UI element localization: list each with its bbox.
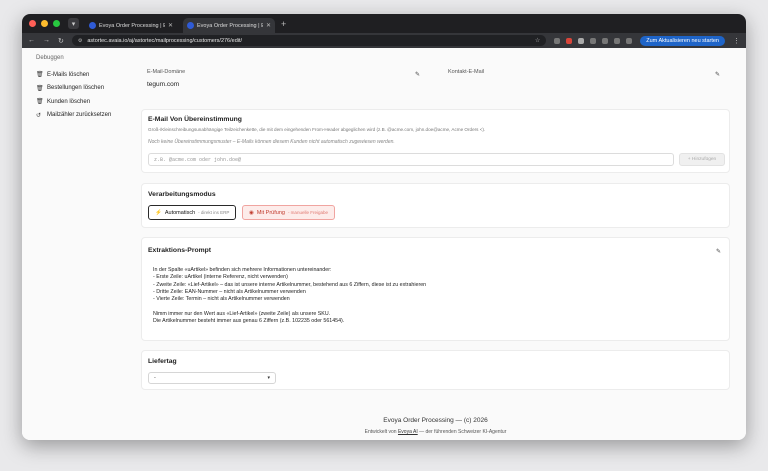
main-panel: E-Mail-Domäne tegum.com ✎ Kontakt-E-Mail… [141, 48, 730, 440]
contact-label: Kontakt-E-Mail [448, 69, 485, 75]
back-icon[interactable]: ← [28, 37, 35, 44]
address-bar[interactable]: ⚙ astortec.avaia.io/aj/astortec/mailproc… [71, 35, 547, 46]
prompt-line: - Dritte Zeile: EAN-Nummer – nicht als A… [153, 288, 306, 295]
mode-auto-label: Automatisch [164, 209, 196, 216]
forward-icon[interactable]: → [43, 37, 50, 44]
url-text: astortec.avaia.io/aj/astortec/mailproces… [87, 37, 243, 44]
processing-title: Verarbeitungsmodus [148, 191, 216, 198]
lightning-icon: ⚡ [155, 209, 162, 216]
address-toolbar: ← → ↻ ⚙ astortec.avaia.io/aj/astortec/ma… [22, 33, 746, 48]
site-info-icon[interactable]: ⚙ [78, 38, 82, 44]
trash-icon: 🗑 [36, 99, 44, 106]
extensions-area [554, 37, 633, 44]
sidebar-item-delete-orders[interactable]: 🗑 Bestellungen löschen [36, 82, 130, 96]
tab-title: Evoya Order Processing | Evo [99, 22, 165, 29]
delivery-selected: - [154, 375, 156, 381]
eye-icon: ◉ [249, 209, 254, 216]
edit-contact-icon[interactable]: ✎ [715, 71, 720, 78]
reset-icon: ↺ [36, 112, 42, 119]
chevron-down-icon: ▾ [267, 375, 270, 381]
email-match-card: E-Mail Von Übereinstimmung Groß-/Kleinsc… [141, 109, 730, 173]
prompt-line: - Zweite Zeile: «Lief-Artikel» – das ist… [153, 281, 427, 288]
tab-close-icon[interactable]: ✕ [168, 22, 173, 29]
prompt-line: Nimm immer nur den Wert aus «Lief-Artike… [153, 310, 331, 317]
match-description: Groß-/Kleinschreibungsunabhängige Teilze… [148, 127, 486, 132]
sidebar-item-delete-emails[interactable]: 🗑 E-Mails löschen [36, 68, 130, 82]
bookmark-star-icon[interactable]: ☆ [535, 37, 540, 44]
profile-avatar[interactable] [626, 37, 633, 44]
favicon-icon [187, 22, 194, 29]
domain-label: E-Mail-Domäne [147, 69, 186, 75]
domain-value: tegum.com [147, 81, 180, 88]
browser-tab-1[interactable]: Evoya Order Processing | Evo ✕ [85, 18, 177, 33]
delivery-day-select[interactable]: - ▾ [148, 372, 276, 384]
trash-icon: 🗑 [36, 85, 44, 92]
footer-prefix: Entwickelt von [364, 429, 398, 435]
tab-bar: ▾ Evoya Order Processing | Evo ✕ Evoya O… [22, 14, 746, 33]
sidebar-item-label: Kunden löschen [47, 98, 91, 105]
trash-icon: 🗑 [36, 72, 44, 79]
update-button[interactable]: Zum Aktualisieren neu starten [640, 35, 725, 46]
favicon-icon [89, 22, 96, 29]
add-pattern-button[interactable]: + Hinzufügen [679, 153, 725, 166]
match-pattern-input[interactable]: z.B. @acme.com oder john.doe@ [148, 153, 674, 166]
mode-review-button[interactable]: ◉ Mit Prüfung - manuelle Freigabe [242, 205, 335, 220]
minimize-window-icon[interactable] [41, 20, 48, 27]
footer: Evoya Order Processing — (c) 2026 Entwic… [141, 417, 730, 435]
prompt-title: Extraktions-Prompt [148, 247, 212, 254]
reload-icon[interactable]: ↻ [58, 37, 64, 45]
tab-close-icon[interactable]: ✕ [266, 22, 271, 29]
mode-auto-button[interactable]: ⚡ Automatisch - direkt ins ERP [148, 205, 237, 220]
browser-window: ▾ Evoya Order Processing | Evo ✕ Evoya O… [22, 14, 746, 440]
sidebar-item-reset-counter[interactable]: ↺ Mailzähler zurücksetzen [36, 109, 130, 123]
mode-review-label: Mit Prüfung [256, 209, 285, 216]
prompt-line: - Vierte Zeile: Termin – nicht als Artik… [153, 296, 290, 303]
prompt-line: - Erste Zeile: uArtikel (interne Referen… [153, 274, 288, 281]
page-content: Debuggen 🗑 E-Mails löschen 🗑 Bestellunge… [22, 48, 746, 440]
sidebar-title: Debuggen [36, 55, 64, 61]
mode-review-sub: - manuelle Freigabe [287, 210, 328, 215]
match-title: E-Mail Von Übereinstimmung [148, 116, 242, 123]
browser-tab-2[interactable]: Evoya Order Processing | Evo ✕ [183, 18, 275, 33]
footer-copyright: Evoya Order Processing — (c) 2026 [383, 417, 488, 424]
sidebar-item-label: Bestellungen löschen [47, 85, 105, 92]
tab-search-icon[interactable]: ▾ [68, 18, 79, 29]
menu-kebab-icon[interactable]: ⋮ [733, 37, 740, 45]
prompt-line [153, 303, 426, 310]
sidebar-item-label: Mailzähler zurücksetzen [47, 112, 112, 119]
mode-auto-sub: - direkt ins ERP [198, 210, 230, 215]
footer-suffix: — der führenden Schweizer KI-Agentur [417, 429, 507, 435]
prompt-line: Die Artikelnummer besteht immer aus gena… [153, 318, 345, 325]
prompt-line: In der Spalte «uArtikel» befinden sich m… [153, 267, 332, 273]
extensions-puzzle-icon[interactable] [590, 37, 597, 44]
cast-icon[interactable] [602, 37, 609, 44]
sidebar-item-label: E-Mails löschen [47, 71, 90, 78]
edit-domain-icon[interactable]: ✎ [415, 71, 420, 78]
maximize-window-icon[interactable] [53, 20, 60, 27]
tab-title: Evoya Order Processing | Evo [197, 22, 263, 29]
download-icon[interactable] [614, 37, 621, 44]
new-tab-icon[interactable]: + [281, 19, 286, 29]
extraction-prompt-card: Extraktions-Prompt ✎ In der Spalte «uArt… [141, 237, 730, 341]
delivery-day-card: Liefertag - ▾ [141, 350, 730, 390]
close-window-icon[interactable] [29, 20, 36, 27]
edit-prompt-icon[interactable]: ✎ [716, 248, 721, 255]
match-note: Noch keine Übereinstimmungsmuster – E-Ma… [148, 139, 395, 145]
processing-mode-card: Verarbeitungsmodus ⚡ Automatisch - direk… [141, 183, 730, 228]
sidebar: Debuggen 🗑 E-Mails löschen 🗑 Bestellunge… [22, 48, 130, 440]
prompt-text: In der Spalte «uArtikel» befinden sich m… [153, 267, 426, 325]
sidebar-item-delete-customers[interactable]: 🗑 Kunden löschen [36, 95, 130, 109]
delivery-title: Liefertag [148, 358, 177, 365]
extension-icon[interactable] [578, 37, 585, 44]
window-controls [29, 20, 60, 27]
extension-icon[interactable] [554, 37, 561, 44]
footer-credit: Entwickelt von Evoya AI — der führenden … [141, 429, 730, 435]
extension-icon[interactable] [566, 37, 573, 44]
evoya-link[interactable]: Evoya AI [398, 429, 418, 435]
